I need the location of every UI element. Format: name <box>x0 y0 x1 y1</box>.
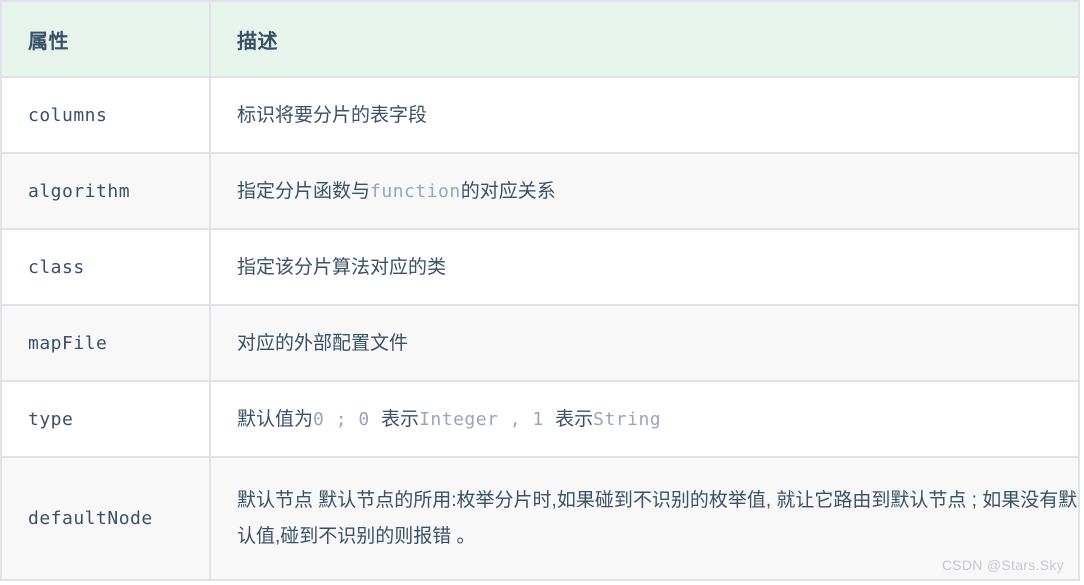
cell-description: 默认值为0 ; 0 表示Integer , 1 表示String <box>209 380 1080 458</box>
cell-description: 指定分片函数与function的对应关系 <box>209 152 1080 230</box>
cell-description: 指定该分片算法对应的类 <box>209 228 1080 306</box>
table-header-row: 属性 描述 <box>0 0 1080 78</box>
cell-description: 标识将要分片的表字段 <box>209 76 1080 154</box>
cell-description: 对应的外部配置文件 <box>209 304 1080 382</box>
table-body: columns 标识将要分片的表字段 algorithm 指定分片函数与func… <box>0 76 1080 581</box>
table-row: columns 标识将要分片的表字段 <box>0 76 1080 154</box>
description-code: String <box>593 408 662 430</box>
table-row: class 指定该分片算法对应的类 <box>0 228 1080 306</box>
table-row: defaultNode 默认节点 默认节点的所用:枚举分片时,如果碰到不识别的枚… <box>0 456 1080 581</box>
description-code: 0 ; 0 <box>313 408 382 430</box>
description-code: Integer , 1 <box>419 408 556 430</box>
description-text: 标识将要分片的表字段 <box>237 104 428 126</box>
table-header: 属性 描述 <box>0 0 1080 78</box>
cell-attribute-name: defaultNode <box>0 456 211 581</box>
description-text: 表示 <box>555 408 594 430</box>
cell-description: 默认节点 默认节点的所用:枚举分片时,如果碰到不识别的枚举值, 就让它路由到默认… <box>209 456 1080 581</box>
description-text: 的对应关系 <box>460 180 556 202</box>
table-row: type 默认值为0 ; 0 表示Integer , 1 表示String <box>0 380 1080 458</box>
description-text: 默认节点 默认节点的所用:枚举分片时,如果碰到不识别的枚举值, 就让它路由到默认… <box>237 490 1078 547</box>
description-code: function <box>370 180 461 202</box>
attribute-table: 属性 描述 columns 标识将要分片的表字段 algorithm 指定分片函… <box>0 0 1080 581</box>
column-header-description: 描述 <box>209 0 1080 78</box>
table-row: algorithm 指定分片函数与function的对应关系 <box>0 152 1080 230</box>
cell-attribute-name: columns <box>0 76 211 154</box>
description-text: 对应的外部配置文件 <box>237 332 409 354</box>
cell-attribute-name: type <box>0 380 211 458</box>
column-header-attribute: 属性 <box>0 0 211 78</box>
attribute-table-container: 属性 描述 columns 标识将要分片的表字段 algorithm 指定分片函… <box>0 0 1080 581</box>
cell-attribute-name: class <box>0 228 211 306</box>
table-row: mapFile 对应的外部配置文件 <box>0 304 1080 382</box>
cell-attribute-name: mapFile <box>0 304 211 382</box>
description-text: 表示 <box>381 408 420 430</box>
cell-attribute-name: algorithm <box>0 152 211 230</box>
description-text: 指定分片函数与 <box>237 180 371 202</box>
description-text: 指定该分片算法对应的类 <box>237 256 447 278</box>
description-text: 默认值为 <box>237 408 314 430</box>
